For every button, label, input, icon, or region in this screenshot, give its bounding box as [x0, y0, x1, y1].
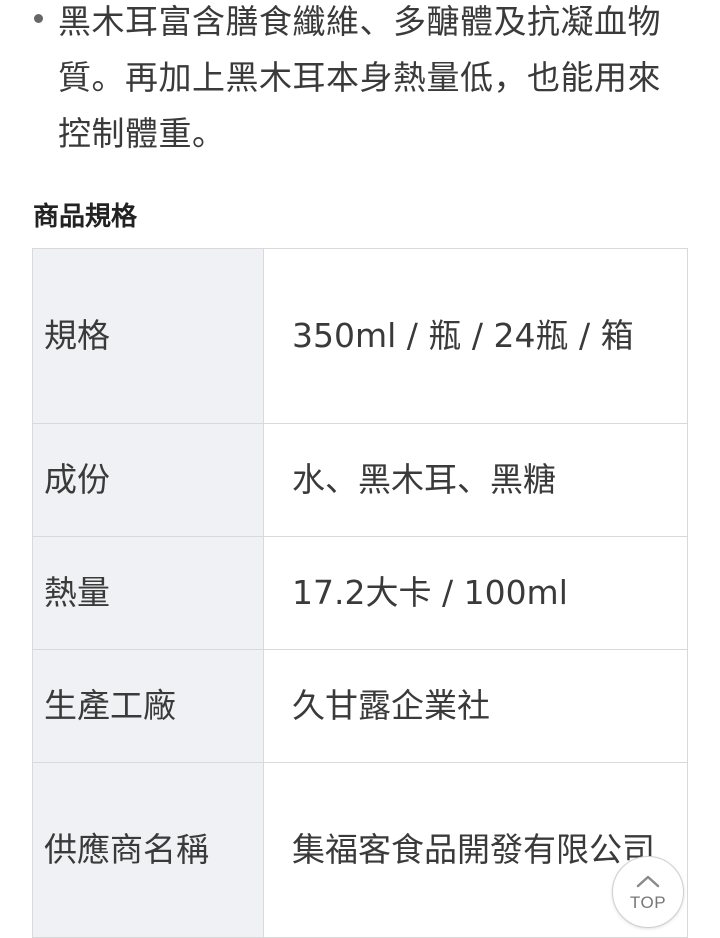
spec-label: 規格: [32, 248, 264, 424]
spec-value: 水、黑木耳、黑糖: [263, 423, 688, 537]
spec-row-calories: 熱量 17.2大卡 / 100ml: [32, 536, 688, 650]
description-bullet: 黑木耳富含膳食纖維、多醣體及抗凝血物質。再加上黑木耳本身熱量低，也能用來控制體重…: [34, 0, 686, 168]
spec-value: 350ml / 瓶 / 24瓶 / 箱: [263, 248, 688, 424]
spec-label: 生產工廠: [32, 649, 264, 763]
spec-table: 規格 350ml / 瓶 / 24瓶 / 箱 成份 水、黑木耳、黑糖 熱量 17…: [32, 248, 688, 938]
spec-row-factory: 生產工廠 久甘露企業社: [32, 649, 688, 763]
spec-row-size: 規格 350ml / 瓶 / 24瓶 / 箱: [32, 248, 688, 424]
top-label: TOP: [629, 893, 667, 912]
description-text: 黑木耳富含膳食纖維、多醣體及抗凝血物質。再加上黑木耳本身熱量低，也能用來控制體重…: [58, 2, 661, 153]
chevron-up-icon: [636, 875, 660, 888]
spec-label: 成份: [32, 423, 264, 537]
spec-label: 供應商名稱: [32, 762, 264, 938]
scroll-to-top-button[interactable]: TOP: [612, 856, 684, 928]
spec-section-title: 商品規格: [33, 202, 138, 232]
spec-row-supplier: 供應商名稱 集福客食品開發有限公司: [32, 762, 688, 938]
spec-value: 久甘露企業社: [263, 649, 688, 763]
spec-value: 17.2大卡 / 100ml: [263, 536, 688, 650]
spec-label: 熱量: [32, 536, 264, 650]
spec-row-ingredients: 成份 水、黑木耳、黑糖: [32, 423, 688, 537]
